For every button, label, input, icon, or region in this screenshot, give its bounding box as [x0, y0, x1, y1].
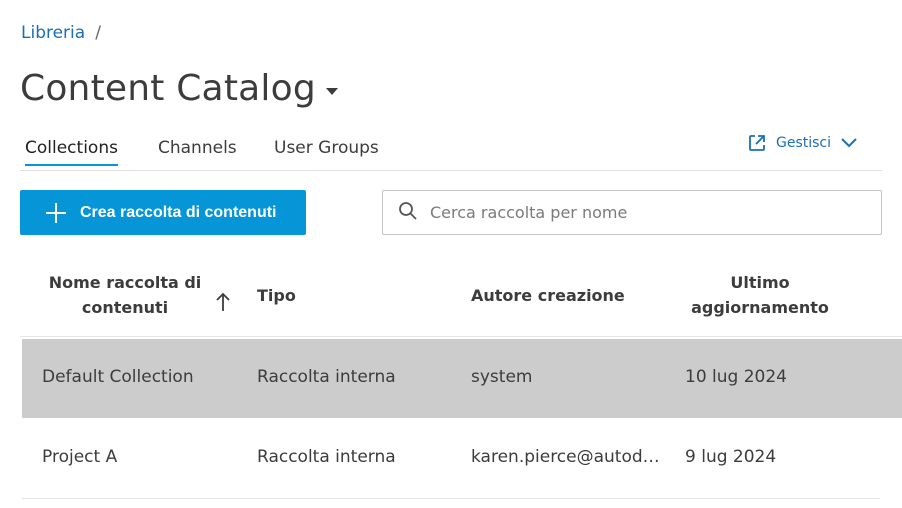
table-row[interactable]: Project A Raccolta interna karen.pierce@…	[22, 419, 880, 499]
breadcrumb: Libreria /	[21, 23, 101, 43]
cell-name[interactable]: Project A	[42, 447, 232, 467]
external-link-icon	[748, 134, 766, 152]
breadcrumb-separator: /	[95, 23, 101, 43]
chevron-down-icon	[841, 138, 857, 148]
table-row[interactable]: Default Collection Raccolta interna syst…	[22, 339, 902, 418]
search-box[interactable]	[382, 190, 882, 235]
column-header-autore[interactable]: Autore creazione	[471, 283, 625, 308]
manage-dropdown[interactable]: Gestisci	[748, 134, 857, 152]
cell-autore: karen.pierce@autode...	[471, 447, 661, 467]
cell-date: 9 lug 2024	[685, 447, 777, 467]
create-collection-label: Crea raccolta di contenuti	[80, 203, 277, 221]
search-input[interactable]	[428, 202, 852, 223]
column-header-tipo[interactable]: Tipo	[257, 283, 296, 308]
breadcrumb-libreria-link[interactable]: Libreria	[21, 23, 85, 43]
tab-collections[interactable]: Collections	[25, 138, 118, 166]
cell-name[interactable]: Default Collection	[42, 367, 232, 387]
title-row: Content Catalog	[20, 68, 338, 109]
create-collection-button[interactable]: Crea raccolta di contenuti	[20, 190, 306, 235]
cell-tipo: Raccolta interna	[257, 447, 396, 467]
search-icon	[383, 201, 428, 225]
cell-autore: system	[471, 367, 533, 387]
table-header: Nome raccolta di contenuti Tipo Autore c…	[20, 262, 902, 337]
page-title[interactable]: Content Catalog	[20, 68, 316, 109]
column-header-name[interactable]: Nome raccolta di contenuti	[40, 270, 230, 320]
caret-down-icon[interactable]	[325, 88, 338, 95]
tab-user-groups[interactable]: User Groups	[274, 138, 379, 164]
tab-channels[interactable]: Channels	[158, 138, 237, 164]
manage-label: Gestisci	[776, 135, 832, 151]
column-header-ultimo-aggiornamento[interactable]: Ultimo aggiornamento	[680, 270, 840, 320]
plus-icon	[46, 202, 66, 223]
cell-date: 10 lug 2024	[685, 367, 787, 387]
sort-ascending-icon[interactable]	[216, 292, 230, 319]
cell-tipo: Raccolta interna	[257, 367, 396, 387]
column-header-name-label: Nome raccolta di contenuti	[48, 273, 202, 317]
